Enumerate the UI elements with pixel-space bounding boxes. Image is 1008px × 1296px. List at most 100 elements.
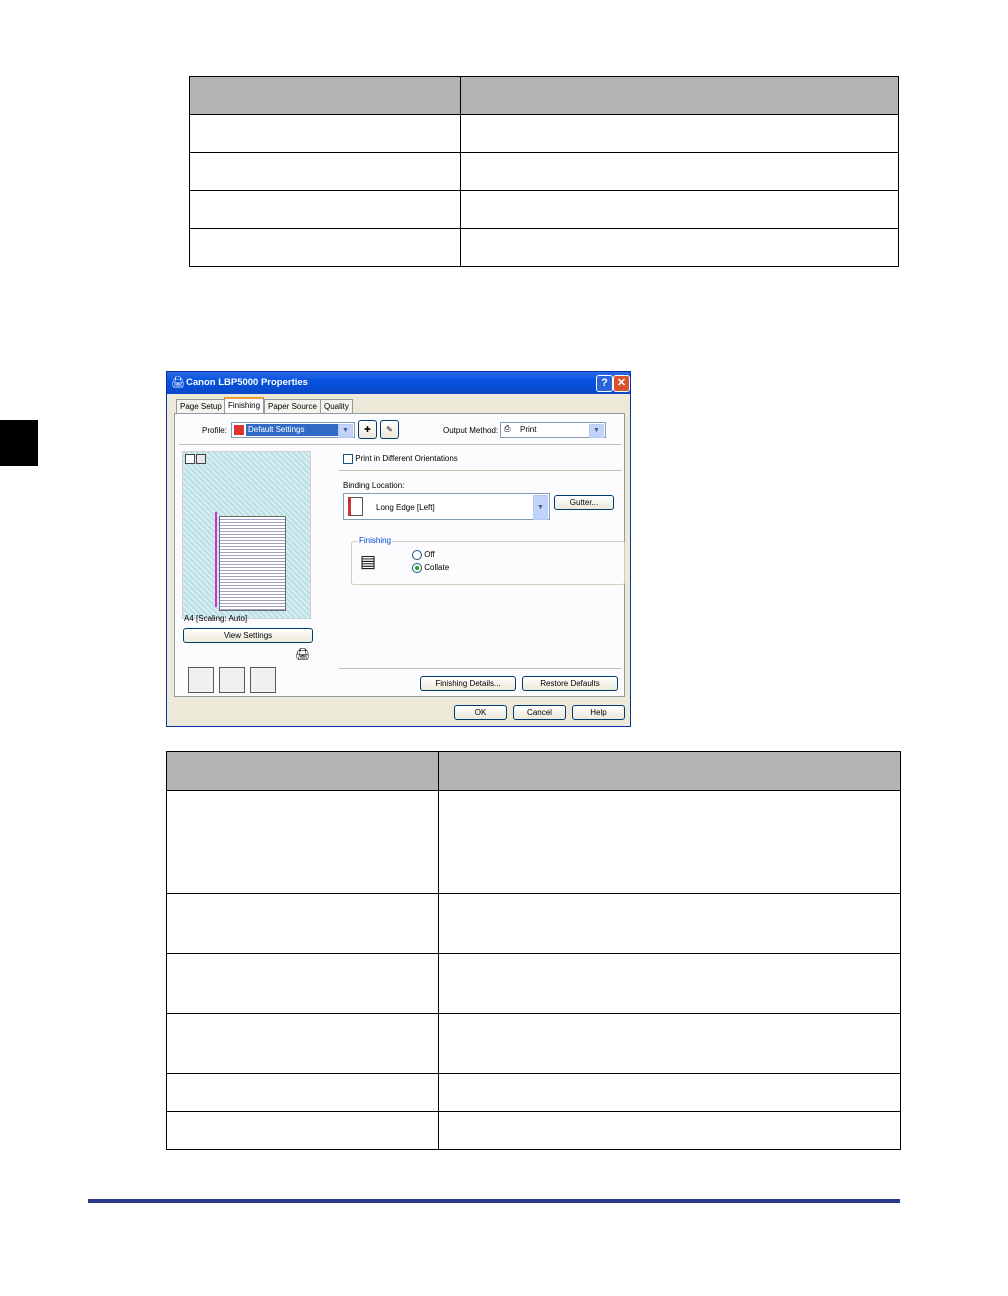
chevron-down-icon: ▼: [338, 424, 353, 438]
table-row: [189, 190, 899, 229]
table-cell: [189, 190, 461, 229]
finishing-off-label: Off: [424, 550, 435, 560]
table-cell: [460, 114, 899, 153]
table-cell: [166, 1073, 439, 1112]
table-cell: [438, 1073, 901, 1112]
table-header-cell: [166, 751, 439, 791]
printer-properties-dialog: 🖨 Canon LBP5000 Properties ? ✕ Page Setu…: [166, 371, 631, 727]
binding-location-select[interactable]: Long Edge [Left] ▼: [343, 493, 550, 520]
table-row: [166, 953, 901, 1014]
profile-value: Default Settings: [246, 424, 339, 436]
title-bar: 🖨 Canon LBP5000 Properties ? ✕: [167, 372, 630, 394]
print-orientations-label: Print in Different Orientations: [355, 454, 458, 464]
table-header-cell: [189, 76, 461, 115]
checkbox-box: [343, 454, 353, 464]
tab-paper-source[interactable]: Paper Source: [264, 399, 321, 413]
binding-location-value: Long Edge [Left]: [376, 503, 435, 512]
view-settings-button[interactable]: View Settings: [183, 628, 313, 643]
printer-icon: 🖨: [171, 377, 185, 389]
finishing-panel: Profile: Default Settings ▼ ✚ ✎ Output M…: [174, 413, 625, 697]
table-cell: [438, 790, 901, 894]
profile-select[interactable]: Default Settings ▼: [231, 422, 355, 438]
binding-edge-marker: [215, 512, 217, 607]
table-row: [166, 1013, 901, 1074]
divider: [179, 444, 622, 445]
help-title-button[interactable]: ?: [596, 375, 613, 392]
divider: [339, 470, 622, 471]
layout-view-icon[interactable]: [185, 454, 195, 464]
table-cell: [438, 1111, 901, 1150]
finishing-collate-label: Collate: [424, 563, 450, 573]
table-cell: [189, 152, 461, 191]
preview-page-image: [219, 516, 286, 611]
settings-table-top: [189, 76, 899, 267]
table-row: [166, 893, 901, 954]
table-cell: [438, 1013, 901, 1074]
table-row: [189, 152, 899, 191]
table-row: [189, 228, 899, 267]
preview-caption: A4 [Scaling: Auto]: [184, 614, 248, 623]
chevron-down-icon: ▼: [533, 495, 548, 520]
chapter-tab-marker: [0, 420, 38, 466]
footer-rule: [88, 1199, 900, 1203]
table-cell: [166, 893, 439, 954]
table-cell: [166, 790, 439, 894]
restore-defaults-button[interactable]: Restore Defaults: [522, 676, 618, 691]
binding-icon: [348, 497, 363, 516]
settings-table-bottom: [166, 751, 901, 1150]
table-cell: [460, 190, 899, 229]
finishing-group-label: Finishing: [358, 536, 393, 545]
table-cell: [438, 893, 901, 954]
print-icon: ⎙: [504, 424, 511, 433]
pages-preview-icon[interactable]: [219, 667, 245, 693]
add-profile-icon: ✚: [364, 425, 371, 434]
close-button[interactable]: ✕: [613, 375, 630, 392]
finishing-off-radio[interactable]: Off: [412, 550, 435, 560]
print-orientations-checkbox[interactable]: Print in Different Orientations: [343, 454, 458, 464]
table-cell: [166, 1013, 439, 1074]
table-cell: [460, 228, 899, 267]
table-cell: [166, 953, 439, 1014]
output-method-label: Output Method:: [443, 426, 499, 435]
table-header-row: [189, 76, 899, 115]
finishing-group: Finishing ▤ Off Collate: [351, 536, 625, 585]
tab-page-setup[interactable]: Page Setup: [176, 399, 226, 413]
printer-view-icon[interactable]: [196, 454, 206, 464]
finishing-preview-icon[interactable]: [188, 667, 214, 693]
add-profile-button[interactable]: ✚: [358, 420, 377, 439]
tab-quality[interactable]: Quality: [320, 399, 353, 413]
table-row: [166, 790, 901, 894]
divider: [339, 668, 622, 669]
quality-preview-icon[interactable]: [250, 667, 276, 693]
table-cell: [189, 228, 461, 267]
collate-icon: ▤: [360, 552, 377, 571]
cancel-button[interactable]: Cancel: [513, 705, 566, 720]
edit-profile-icon: ✎: [386, 425, 393, 434]
table-header-row: [166, 751, 901, 791]
table-cell: [460, 152, 899, 191]
finishing-details-button[interactable]: Finishing Details...: [420, 676, 516, 691]
table-row: [166, 1111, 901, 1150]
page-preview: [182, 451, 311, 693]
printer-info-icon[interactable]: 🖨: [295, 647, 310, 661]
edit-profile-button[interactable]: ✎: [380, 420, 399, 439]
output-method-value: Print: [520, 425, 537, 434]
profile-label: Profile:: [202, 426, 227, 435]
table-cell: [189, 114, 461, 153]
gutter-button[interactable]: Gutter...: [554, 495, 614, 510]
table-row: [166, 1073, 901, 1112]
table-cell: [166, 1111, 439, 1150]
table-cell: [438, 953, 901, 1014]
finishing-collate-radio[interactable]: Collate: [412, 563, 449, 573]
radio-button: [412, 550, 422, 560]
output-method-select[interactable]: ⎙ Print ▼: [500, 422, 606, 438]
help-button[interactable]: Help: [572, 705, 625, 720]
table-row: [189, 114, 899, 153]
chevron-down-icon: ▼: [589, 424, 604, 438]
profile-icon: [234, 425, 244, 435]
table-header-cell: [438, 751, 901, 791]
radio-button: [412, 563, 422, 573]
binding-location-label: Binding Location:: [343, 481, 405, 490]
dialog-title: Canon LBP5000 Properties: [186, 377, 308, 388]
ok-button[interactable]: OK: [454, 705, 507, 720]
